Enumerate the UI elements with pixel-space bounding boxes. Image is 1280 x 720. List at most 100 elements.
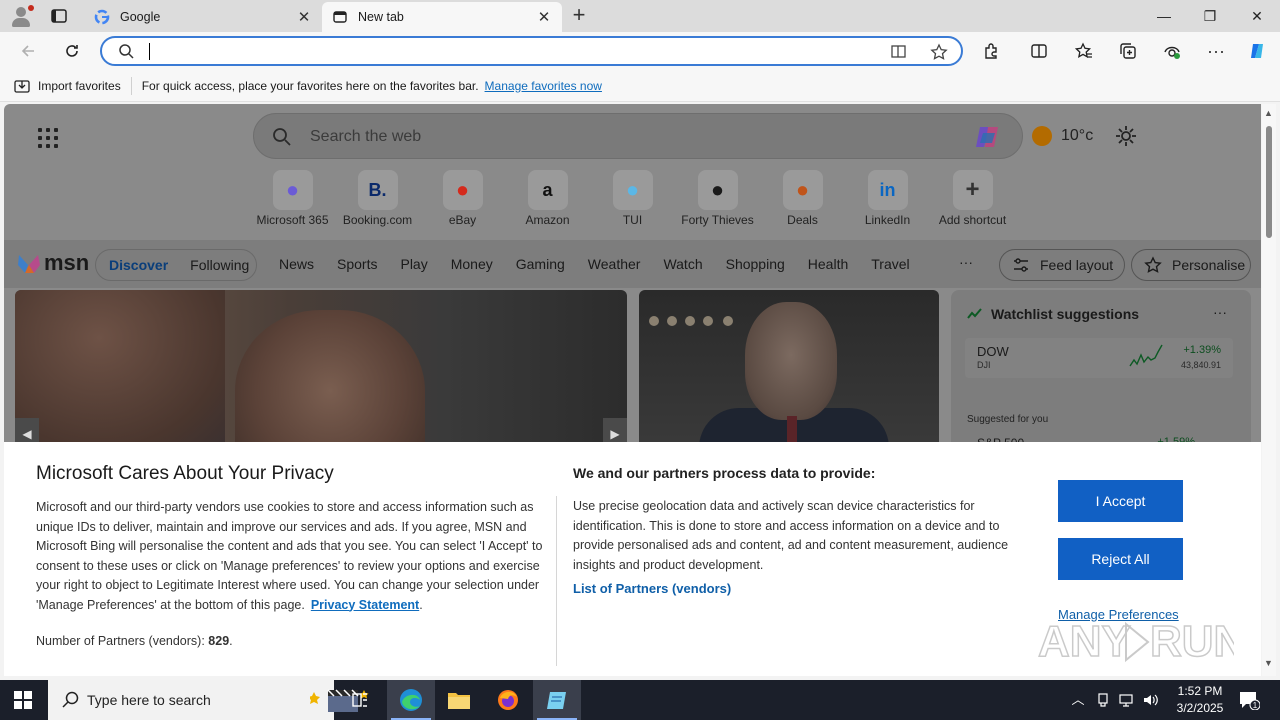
copilot-icon[interactable] [972, 123, 1004, 151]
dialog-divider [556, 496, 557, 666]
stock-sparkline [1129, 344, 1163, 367]
address-input[interactable] [148, 42, 868, 60]
scrollbar-thumb[interactable] [1266, 126, 1272, 238]
close-window-button[interactable]: ✕ [1234, 0, 1280, 32]
extensions-icon[interactable] [978, 39, 1004, 63]
shortcut-linkedin[interactable]: in LinkedIn [845, 170, 930, 227]
category-travel[interactable]: Travel [871, 256, 909, 272]
split-screen-icon[interactable] [1026, 39, 1052, 63]
settings-more-icon[interactable]: ··· [1203, 39, 1229, 63]
story-image[interactable] [639, 290, 939, 450]
shortcut-forty-thieves[interactable]: ● Forty Thieves [675, 170, 760, 227]
shortcut-label: eBay [448, 213, 477, 227]
shortcut-plus[interactable]: + Add shortcut [930, 170, 1015, 227]
show-hidden-icons-chevron-icon[interactable]: ︿ [1070, 692, 1086, 708]
shortcut-label: Forty Thieves [681, 213, 754, 227]
notification-center-icon[interactable]: 1 [1238, 690, 1261, 711]
back-button[interactable] [15, 39, 41, 63]
privacy-statement-link[interactable]: Privacy Statement [311, 598, 419, 612]
shortcut-booking[interactable]: B. Booking.com [335, 170, 420, 227]
shortcut-ebay[interactable]: ● eBay [420, 170, 505, 227]
windows-start-icon[interactable] [14, 691, 32, 709]
more-categories-button[interactable]: ··· [959, 254, 973, 270]
volume-icon[interactable] [1142, 692, 1158, 708]
weather-unit: °c [1078, 127, 1094, 144]
msn-logo[interactable]: msn [16, 250, 89, 276]
reject-all-button[interactable]: Reject All [1058, 538, 1183, 580]
system-clock[interactable]: 1:52 PM 3/2/2025 [1168, 683, 1232, 717]
favorites-separator [130, 76, 132, 95]
tab-google[interactable]: Google ✕ [84, 2, 322, 32]
favorites-icon[interactable] [1071, 39, 1097, 63]
import-favorites-button[interactable]: Import favorites [14, 78, 121, 94]
immersive-reader-icon[interactable] [886, 40, 912, 64]
new-tab-button[interactable]: + [568, 4, 590, 27]
category-money[interactable]: Money [451, 256, 493, 272]
category-shopping[interactable]: Shopping [726, 256, 785, 272]
msn-nav-bar: msn Discover Following News Sports Play Mon… [4, 240, 1261, 288]
category-nav: News Sports Play Money Gaming Weather Watch Sho… [279, 256, 933, 272]
shortcut-deals[interactable]: ● Deals [760, 170, 845, 227]
stock-quote-row[interactable]: DOW DJI +1.39% 43,840.91 [965, 338, 1233, 378]
partners-label: Number of Partners (vendors): [36, 634, 205, 648]
usb-device-icon[interactable] [1095, 692, 1111, 708]
web-search-box[interactable]: Search the web [253, 113, 1023, 159]
manage-preferences-link[interactable]: Manage Preferences [1058, 607, 1179, 622]
following-tab[interactable]: Following [190, 257, 249, 273]
shortcut-microsoft-365[interactable]: ● Microsoft 365 [250, 170, 335, 227]
tab-close-icon[interactable]: ✕ [296, 8, 312, 26]
clock-date: 3/2/2025 [1176, 701, 1224, 715]
category-health[interactable]: Health [808, 256, 848, 272]
tab-close-icon[interactable]: ✕ [536, 8, 552, 26]
suggested-label: Suggested for you [967, 414, 1049, 425]
profile-avatar-icon[interactable] [10, 5, 34, 27]
manage-favorites-link[interactable]: Manage favorites now [485, 79, 602, 93]
network-icon[interactable] [1118, 692, 1134, 708]
tab-actions-icon[interactable] [50, 7, 68, 25]
favorites-hint: For quick access, place your favorites h… [141, 78, 479, 93]
category-watch[interactable]: Watch [663, 256, 702, 272]
taskbar-search-box[interactable]: Type here to search [48, 680, 369, 720]
tab-new-tab[interactable]: New tab ✕ [322, 2, 562, 32]
list-of-partners-link[interactable]: List of Partners (vendors) [573, 581, 731, 596]
category-news[interactable]: News [279, 256, 314, 272]
hero-story-image[interactable]: ◀ ▶ [15, 290, 627, 450]
weather-widget[interactable]: 10 °c [1032, 126, 1093, 146]
search-icon [119, 44, 134, 59]
notepad-taskbar-icon[interactable] [533, 680, 581, 720]
shortcut-amazon[interactable]: a Amazon [505, 170, 590, 227]
feed-layout-button[interactable]: Feed layout [999, 249, 1125, 281]
task-view-icon[interactable] [336, 680, 384, 720]
partners-count-row: Number of Partners (vendors): 829. [36, 634, 233, 648]
category-sports[interactable]: Sports [337, 256, 377, 272]
edge-taskbar-icon[interactable] [387, 680, 435, 720]
shortcut-label: Deals [787, 213, 818, 227]
restore-button[interactable]: ❐ [1187, 0, 1233, 32]
category-weather[interactable]: Weather [588, 256, 641, 272]
app-launcher-icon[interactable] [38, 128, 58, 148]
collections-icon[interactable] [1115, 39, 1141, 63]
watchlist-more-button[interactable]: ··· [1213, 304, 1227, 320]
minimize-button[interactable]: — [1141, 0, 1187, 32]
refresh-button[interactable] [59, 39, 85, 63]
scroll-up-icon[interactable]: ▲ [1264, 108, 1273, 118]
discover-tab[interactable]: Discover [109, 257, 168, 273]
firefox-icon[interactable] [484, 680, 532, 720]
browser-essentials-icon[interactable] [1159, 39, 1185, 63]
category-gaming[interactable]: Gaming [516, 256, 565, 272]
accept-button[interactable]: I Accept [1058, 480, 1183, 522]
new-tab-page-icon [333, 11, 347, 23]
microsoft-365-icon: ● [272, 170, 313, 210]
page-scrollbar[interactable]: ▲ ▼ [1262, 104, 1276, 676]
address-bar[interactable] [100, 36, 963, 66]
file-explorer-icon[interactable] [435, 680, 483, 720]
search-icon [62, 691, 79, 708]
copilot-icon[interactable] [1244, 39, 1270, 63]
data-processing-body: Use precise geolocation data and activel… [573, 499, 1009, 572]
favorite-star-icon[interactable] [926, 40, 952, 64]
personalise-button[interactable]: Personalise [1131, 249, 1251, 281]
scroll-down-icon[interactable]: ▼ [1264, 658, 1273, 668]
page-settings-gear-icon[interactable] [1114, 124, 1138, 148]
category-play[interactable]: Play [400, 256, 427, 272]
shortcut-tui[interactable]: ● TUI [590, 170, 675, 227]
